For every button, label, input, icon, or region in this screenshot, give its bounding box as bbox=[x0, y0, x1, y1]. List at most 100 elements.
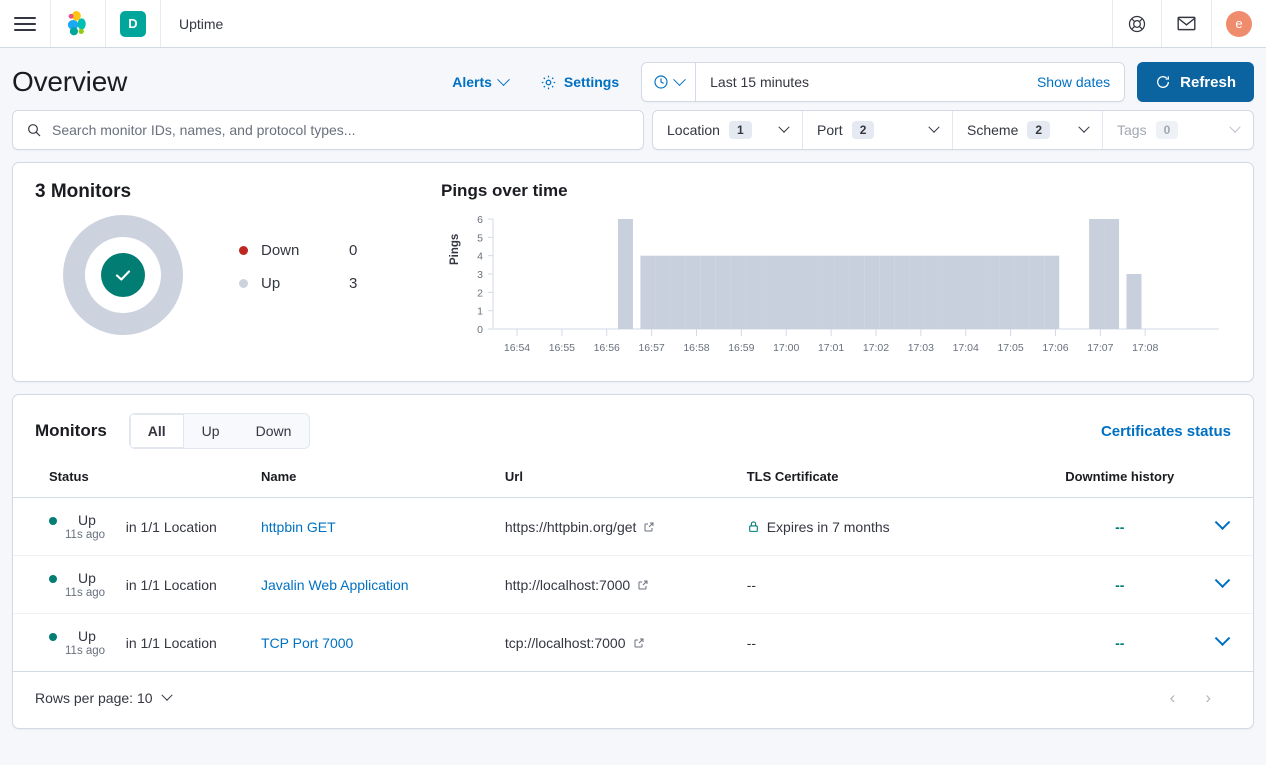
elastic-logo[interactable] bbox=[51, 0, 106, 47]
status-label: Up bbox=[78, 628, 96, 644]
refresh-label: Refresh bbox=[1180, 74, 1236, 91]
monitor-url-link[interactable]: tcp://localhost:7000 bbox=[505, 635, 747, 651]
chart-bar bbox=[715, 256, 730, 329]
chevron-down-icon[interactable] bbox=[1214, 572, 1230, 588]
tab-up[interactable]: Up bbox=[184, 414, 238, 448]
alerts-label: Alerts bbox=[452, 74, 492, 90]
show-dates-button[interactable]: Show dates bbox=[1023, 74, 1124, 90]
cell-downtime-history: -- bbox=[1048, 614, 1191, 672]
alerts-menu-button[interactable]: Alerts bbox=[436, 74, 524, 90]
filter-port-label: Port bbox=[817, 122, 843, 138]
filter-port[interactable]: Port 2 bbox=[803, 111, 953, 149]
pings-chart-section: Pings over time Pings 012345616:5416:551… bbox=[433, 181, 1231, 359]
monitors-header: Monitors All Up Down Certificates status bbox=[13, 413, 1253, 449]
filter-scheme[interactable]: Scheme 2 bbox=[953, 111, 1103, 149]
monitor-name-link[interactable]: httpbin GET bbox=[261, 519, 336, 535]
rows-per-page-button[interactable]: Rows per page: 10 bbox=[35, 690, 171, 706]
external-link-icon bbox=[633, 637, 645, 649]
tab-down[interactable]: Down bbox=[238, 414, 310, 448]
svg-text:16:56: 16:56 bbox=[594, 342, 620, 354]
chart-bar bbox=[910, 256, 925, 329]
status-badge: Up bbox=[49, 628, 126, 644]
space-badge: D bbox=[120, 11, 146, 37]
svg-text:17:08: 17:08 bbox=[1132, 342, 1158, 354]
refresh-button[interactable]: Refresh bbox=[1137, 62, 1254, 102]
cell-expand bbox=[1191, 498, 1253, 556]
chart-bar bbox=[618, 219, 633, 329]
monitor-url-link[interactable]: http://localhost:7000 bbox=[505, 577, 747, 593]
status-badge: Up bbox=[49, 570, 126, 586]
settings-button[interactable]: Settings bbox=[524, 74, 635, 91]
chrome-spacer bbox=[241, 0, 1113, 47]
filter-location[interactable]: Location 1 bbox=[653, 111, 803, 149]
chart-bar bbox=[820, 256, 835, 329]
quick-select-button[interactable] bbox=[642, 63, 696, 101]
rows-per-page-label: Rows per page: 10 bbox=[35, 690, 153, 706]
filter-scheme-label: Scheme bbox=[967, 122, 1018, 138]
notifications-button[interactable] bbox=[1162, 0, 1212, 47]
svg-text:17:02: 17:02 bbox=[863, 342, 889, 354]
downtime-value: -- bbox=[1115, 635, 1124, 651]
nav-menu-button[interactable] bbox=[0, 0, 51, 47]
status-dot-up bbox=[49, 575, 57, 583]
filter-tags-count: 0 bbox=[1156, 121, 1179, 139]
chart-bar bbox=[1044, 256, 1059, 329]
chevron-down-icon bbox=[497, 73, 510, 86]
chart-bar bbox=[775, 256, 790, 329]
chart-bar bbox=[790, 256, 805, 329]
app-title: Uptime bbox=[161, 0, 241, 47]
page-title: Overview bbox=[12, 66, 127, 98]
filter-tags-label: Tags bbox=[1117, 122, 1147, 138]
chevron-down-icon bbox=[1229, 122, 1240, 133]
settings-label: Settings bbox=[564, 74, 619, 90]
pings-chart[interactable]: Pings 012345616:5416:5516:5616:5716:5816… bbox=[441, 213, 1231, 373]
filter-port-count: 2 bbox=[852, 121, 875, 139]
chevron-down-icon[interactable] bbox=[1214, 630, 1230, 646]
space-switcher-button[interactable]: D bbox=[106, 0, 161, 47]
svg-text:17:03: 17:03 bbox=[908, 342, 934, 354]
chart-bar bbox=[700, 256, 715, 329]
chart-bar bbox=[805, 256, 820, 329]
refresh-icon bbox=[1155, 74, 1171, 90]
chart-bar bbox=[730, 256, 745, 329]
cell-tls-certificate: Expires in 7 months bbox=[747, 498, 1048, 556]
tab-all[interactable]: All bbox=[130, 414, 184, 448]
date-range-value[interactable]: Last 15 minutes bbox=[696, 74, 1023, 90]
certificates-status-link[interactable]: Certificates status bbox=[1101, 423, 1231, 440]
svg-text:17:04: 17:04 bbox=[953, 342, 979, 354]
help-button[interactable] bbox=[1113, 0, 1162, 47]
status-timestamp: 11s ago bbox=[65, 529, 126, 541]
tls-status-text: Expires in 7 months bbox=[767, 519, 890, 535]
chart-bar bbox=[850, 256, 865, 329]
clock-icon bbox=[653, 74, 669, 90]
pings-chart-svg: 012345616:5416:5516:5616:5716:5816:5917:… bbox=[441, 213, 1231, 373]
monitors-table-body: Up 11s ago in 1/1 Location httpbin GET https… bbox=[13, 498, 1253, 672]
monitor-name-link[interactable]: Javalin Web Application bbox=[261, 577, 409, 593]
svg-text:5: 5 bbox=[477, 232, 483, 244]
svg-text:3: 3 bbox=[477, 269, 483, 281]
svg-text:16:57: 16:57 bbox=[638, 342, 664, 354]
legend-dot-down bbox=[239, 246, 248, 255]
search-and-filter-bar: Location 1 Port 2 Scheme 2 Tags 0 bbox=[0, 102, 1266, 150]
search-input[interactable] bbox=[52, 122, 630, 138]
column-downtime-history: Downtime history bbox=[1048, 469, 1191, 498]
search-box[interactable] bbox=[12, 110, 644, 150]
pings-chart-title: Pings over time bbox=[441, 181, 1231, 201]
user-menu-button[interactable]: e bbox=[1212, 0, 1266, 47]
column-location bbox=[126, 469, 261, 498]
monitor-url-link[interactable]: https://httpbin.org/get bbox=[505, 519, 747, 535]
chevron-right-icon[interactable]: › bbox=[1205, 688, 1211, 708]
status-dot-up bbox=[49, 517, 57, 525]
monitor-name-link[interactable]: TCP Port 7000 bbox=[261, 635, 353, 651]
mail-icon bbox=[1176, 13, 1197, 34]
cell-location: in 1/1 Location bbox=[126, 614, 261, 672]
filter-tags[interactable]: Tags 0 bbox=[1103, 111, 1253, 149]
chevron-down-icon bbox=[928, 122, 939, 133]
lock-icon bbox=[747, 520, 760, 533]
table-row: Up11s agoin 1/1 Locationhttpbin GEThttps… bbox=[13, 498, 1253, 556]
chart-bar bbox=[895, 256, 910, 329]
monitors-table-head: Status Name Url TLS Certificate Downtime… bbox=[13, 469, 1253, 498]
chevron-down-icon[interactable] bbox=[1214, 514, 1230, 530]
chevron-left-icon[interactable]: ‹ bbox=[1170, 688, 1176, 708]
chart-bar bbox=[835, 256, 850, 329]
